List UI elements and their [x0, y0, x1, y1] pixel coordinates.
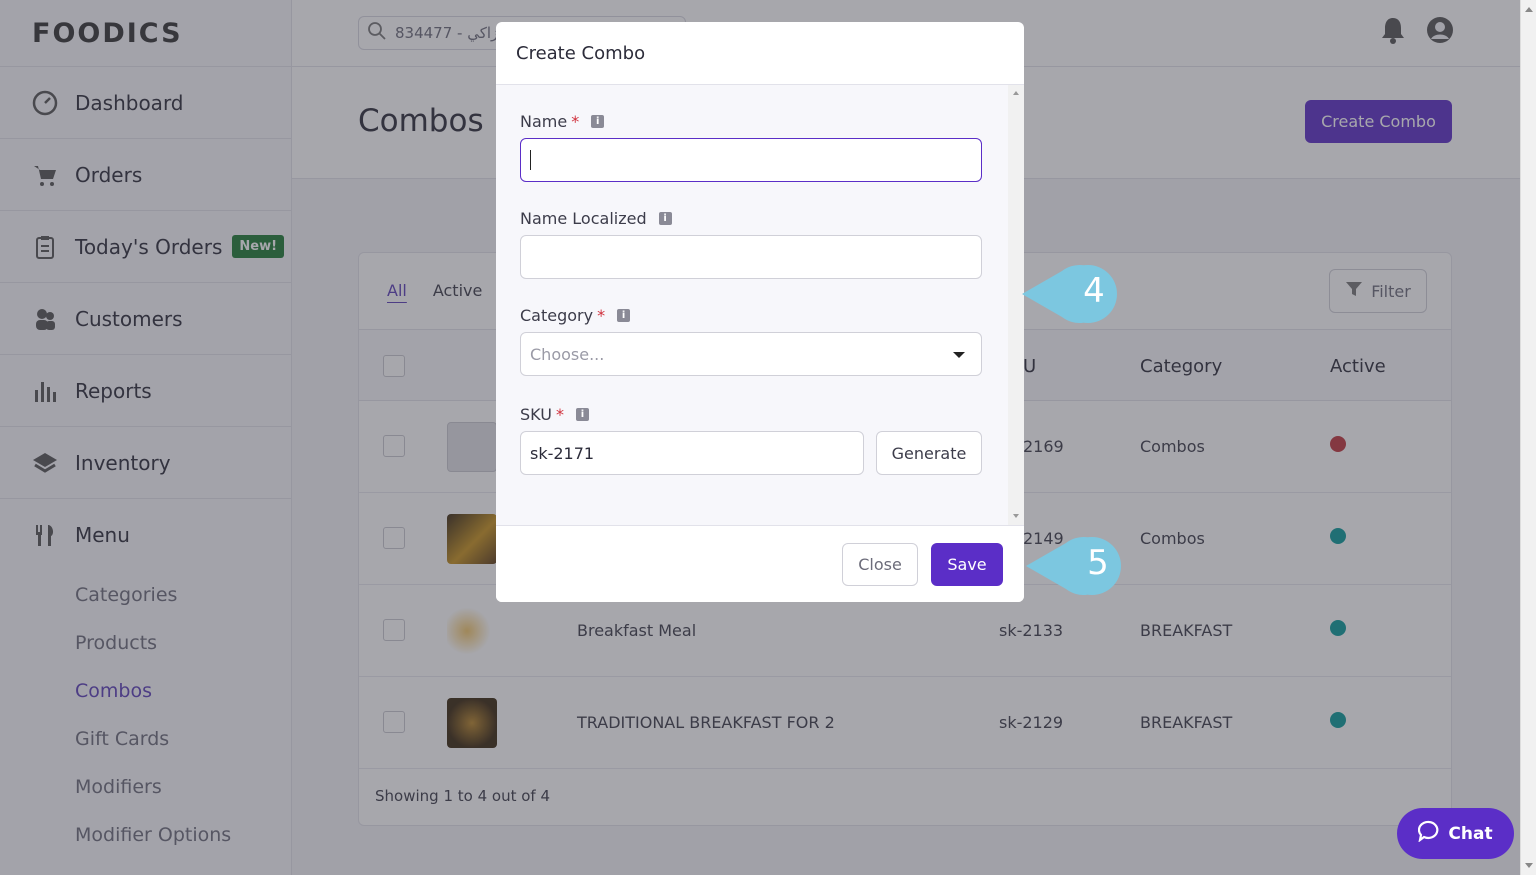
- info-icon[interactable]: i: [591, 115, 605, 128]
- category-select[interactable]: Choose...: [520, 332, 982, 376]
- name-label: Name * i: [520, 112, 605, 131]
- modal-footer: Close Save: [496, 525, 1024, 602]
- step-callout-4: 4: [1022, 265, 1118, 323]
- info-icon[interactable]: i: [617, 309, 631, 322]
- callout-number: 4: [1083, 271, 1105, 311]
- category-label-text: Category: [520, 306, 594, 325]
- step-callout-5: 5: [1026, 537, 1122, 595]
- page-scrollbar[interactable]: [1520, 0, 1536, 875]
- sku-input[interactable]: sk-2171: [520, 431, 864, 475]
- category-label: Category * i: [520, 306, 631, 325]
- modal-title: Create Combo: [496, 22, 1024, 85]
- callout-number: 5: [1087, 543, 1109, 583]
- name-label-text: Name: [520, 112, 568, 131]
- name-localized-label-text: Name Localized: [520, 209, 647, 228]
- info-icon[interactable]: i: [575, 408, 589, 421]
- save-button[interactable]: Save: [931, 543, 1003, 586]
- sku-label-text: SKU: [520, 405, 552, 424]
- text-caret: [530, 150, 531, 170]
- required-marker: *: [597, 306, 606, 325]
- name-input[interactable]: [520, 138, 982, 182]
- info-icon[interactable]: i: [658, 212, 672, 225]
- modal-body: Name * i Name Localized i Category * i C…: [496, 85, 1024, 525]
- sku-value: sk-2171: [530, 443, 595, 463]
- category-placeholder: Choose...: [530, 344, 605, 364]
- chat-bubble-icon: [1418, 820, 1440, 847]
- name-localized-input[interactable]: [520, 235, 982, 279]
- required-marker: *: [555, 405, 564, 424]
- sku-label: SKU * i: [520, 405, 589, 424]
- close-button[interactable]: Close: [842, 543, 918, 586]
- name-localized-label: Name Localized i: [520, 209, 672, 228]
- chat-button[interactable]: Chat: [1397, 808, 1514, 859]
- generate-sku-button[interactable]: Generate: [876, 431, 982, 475]
- create-combo-modal: Create Combo Name * i Name Localized i C…: [496, 22, 1024, 602]
- required-marker: *: [571, 112, 580, 131]
- chevron-down-icon: [953, 352, 965, 358]
- chat-label: Chat: [1448, 823, 1493, 844]
